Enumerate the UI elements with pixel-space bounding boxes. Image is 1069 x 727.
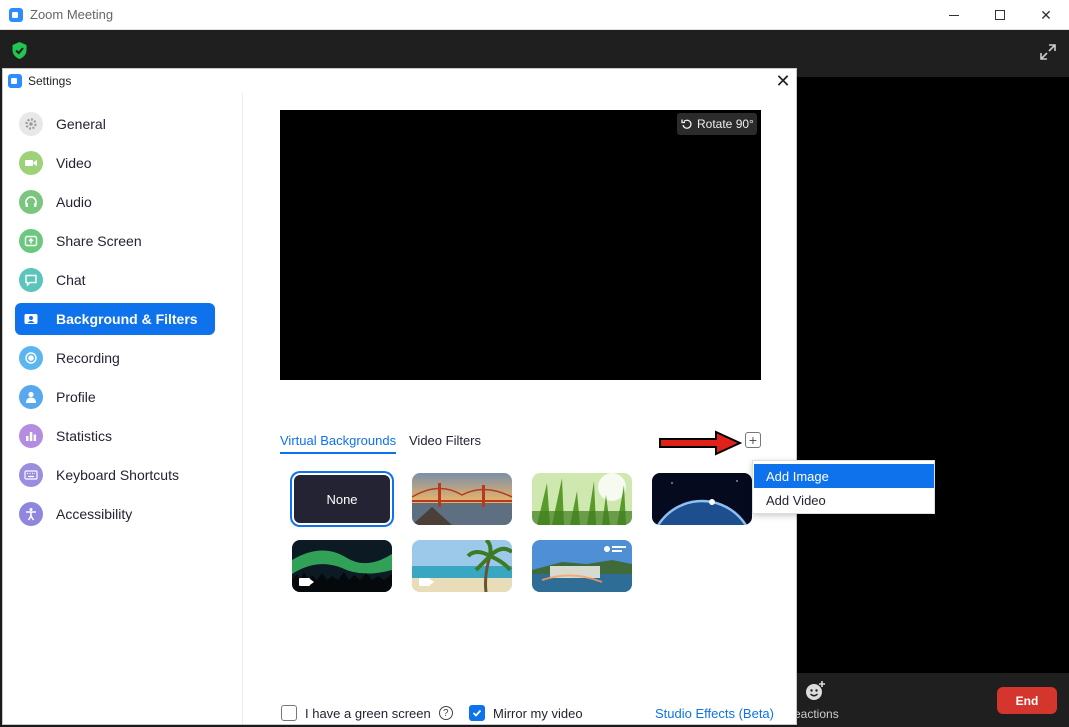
video-indicator-icon <box>419 578 434 586</box>
sidebar-item-chat[interactable]: Chat <box>15 264 215 296</box>
keyboard-icon <box>19 463 43 487</box>
sidebar-item-recording[interactable]: Recording <box>15 342 215 374</box>
grass-image <box>532 473 632 525</box>
background-golden-gate-bridge[interactable] <box>412 473 512 525</box>
sidebar-item-label: Video <box>56 155 92 171</box>
sidebar-item-label: Statistics <box>56 428 113 444</box>
security-shield-icon[interactable] <box>11 41 28 60</box>
reactions-icon[interactable] <box>804 680 826 702</box>
zoom-window-title: Zoom Meeting <box>30 7 114 22</box>
settings-dialog: Settings ✕ General Video Audio Share Scr… <box>2 68 797 725</box>
rotate-icon <box>681 119 692 129</box>
mirror-video-label: Mirror my video <box>493 705 583 721</box>
close-icon: ✕ <box>1040 6 1052 23</box>
rotate-90-button[interactable]: Rotate 90° <box>677 113 757 135</box>
zoom-window-titlebar: Zoom Meeting ✕ <box>0 0 1069 30</box>
minimize-icon <box>949 14 959 16</box>
sidebar-item-share-screen[interactable]: Share Screen <box>15 225 215 257</box>
background-northern-lights[interactable] <box>292 540 392 592</box>
mirror-video-checkbox[interactable] <box>469 705 485 721</box>
settings-sidebar: General Video Audio Share Screen Chat Ba… <box>3 93 243 724</box>
zoom-app-icon <box>8 74 22 88</box>
mirror-video-option[interactable]: Mirror my video <box>469 705 583 721</box>
video-preview: Rotate 90° <box>280 110 761 380</box>
tab-virtual-backgrounds[interactable]: Virtual Backgrounds <box>280 433 396 448</box>
sidebar-item-audio[interactable]: Audio <box>15 186 215 218</box>
close-icon: ✕ <box>775 70 791 91</box>
sidebar-item-video[interactable]: Video <box>15 147 215 179</box>
fullscreen-icon[interactable] <box>1038 42 1058 62</box>
tab-video-filters[interactable]: Video Filters <box>409 433 481 448</box>
waterfall-image <box>532 540 632 592</box>
rotate-label: Rotate 90° <box>697 117 754 131</box>
chat-bubble-icon <box>19 268 43 292</box>
meeting-video-area <box>797 77 1069 673</box>
accessibility-icon <box>19 502 43 526</box>
sidebar-item-label: Recording <box>56 350 120 366</box>
sidebar-item-label: Share Screen <box>56 233 142 249</box>
share-screen-icon <box>19 229 43 253</box>
background-beach-palm[interactable] <box>412 540 512 592</box>
person-portrait-icon <box>19 307 43 331</box>
record-icon <box>19 346 43 370</box>
sidebar-item-keyboard-shortcuts[interactable]: Keyboard Shortcuts <box>15 459 215 491</box>
sidebar-item-label: Profile <box>56 389 96 405</box>
background-none[interactable]: None <box>292 473 392 525</box>
background-none-label: None <box>326 491 358 507</box>
sidebar-item-label: General <box>56 116 106 132</box>
sidebar-item-label: Background & Filters <box>56 311 198 327</box>
green-screen-option[interactable]: I have a green screen ? <box>281 705 453 721</box>
add-background-button[interactable]: + <box>745 432 761 448</box>
sidebar-item-label: Chat <box>56 272 86 288</box>
headphones-icon <box>19 190 43 214</box>
sidebar-item-label: Audio <box>56 194 92 210</box>
sidebar-item-label: Keyboard Shortcuts <box>56 467 179 483</box>
settings-title: Settings <box>28 74 72 88</box>
menu-item-add-image[interactable]: Add Image <box>754 464 934 488</box>
plus-icon: + <box>748 432 758 448</box>
active-tab-indicator <box>280 452 396 454</box>
video-indicator-icon <box>299 578 314 586</box>
studio-effects-link[interactable]: Studio Effects (Beta) <box>655 706 774 721</box>
sidebar-item-general[interactable]: General <box>15 108 215 140</box>
earth-from-space-image <box>652 473 752 525</box>
add-background-menu: Add Image Add Video <box>752 460 935 514</box>
annotation-arrow-icon <box>659 430 742 456</box>
background-earth-from-space[interactable] <box>652 473 752 525</box>
settings-close-button[interactable]: ✕ <box>773 71 793 91</box>
menu-item-add-video[interactable]: Add Video <box>754 488 934 512</box>
settings-titlebar: Settings ✕ <box>3 69 796 93</box>
zoom-app-icon <box>9 8 23 22</box>
sidebar-item-profile[interactable]: Profile <box>15 381 215 413</box>
golden-gate-bridge-image <box>412 473 512 525</box>
sidebar-item-statistics[interactable]: Statistics <box>15 420 215 452</box>
maximize-icon <box>995 10 1005 20</box>
sidebar-item-accessibility[interactable]: Accessibility <box>15 498 215 530</box>
green-screen-label: I have a green screen <box>305 705 431 721</box>
bar-chart-icon <box>19 424 43 448</box>
background-waterfall[interactable] <box>532 540 632 592</box>
gear-icon <box>19 112 43 136</box>
background-grass[interactable] <box>532 473 632 525</box>
sidebar-item-label: Accessibility <box>56 506 133 522</box>
maximize-button[interactable] <box>977 0 1023 30</box>
end-meeting-button[interactable]: End <box>997 687 1057 714</box>
minimize-button[interactable] <box>931 0 977 30</box>
reactions-label[interactable]: eactions <box>794 707 854 721</box>
checkmark-icon <box>472 709 482 717</box>
background-filters-panel: Rotate 90° Virtual Backgrounds Video Fil… <box>244 93 796 724</box>
help-icon[interactable]: ? <box>438 706 453 720</box>
green-screen-checkbox[interactable] <box>281 705 297 721</box>
window-close-button[interactable]: ✕ <box>1023 0 1069 30</box>
sidebar-item-background-filters[interactable]: Background & Filters <box>15 303 215 335</box>
profile-icon <box>19 385 43 409</box>
video-camera-icon <box>19 151 43 175</box>
